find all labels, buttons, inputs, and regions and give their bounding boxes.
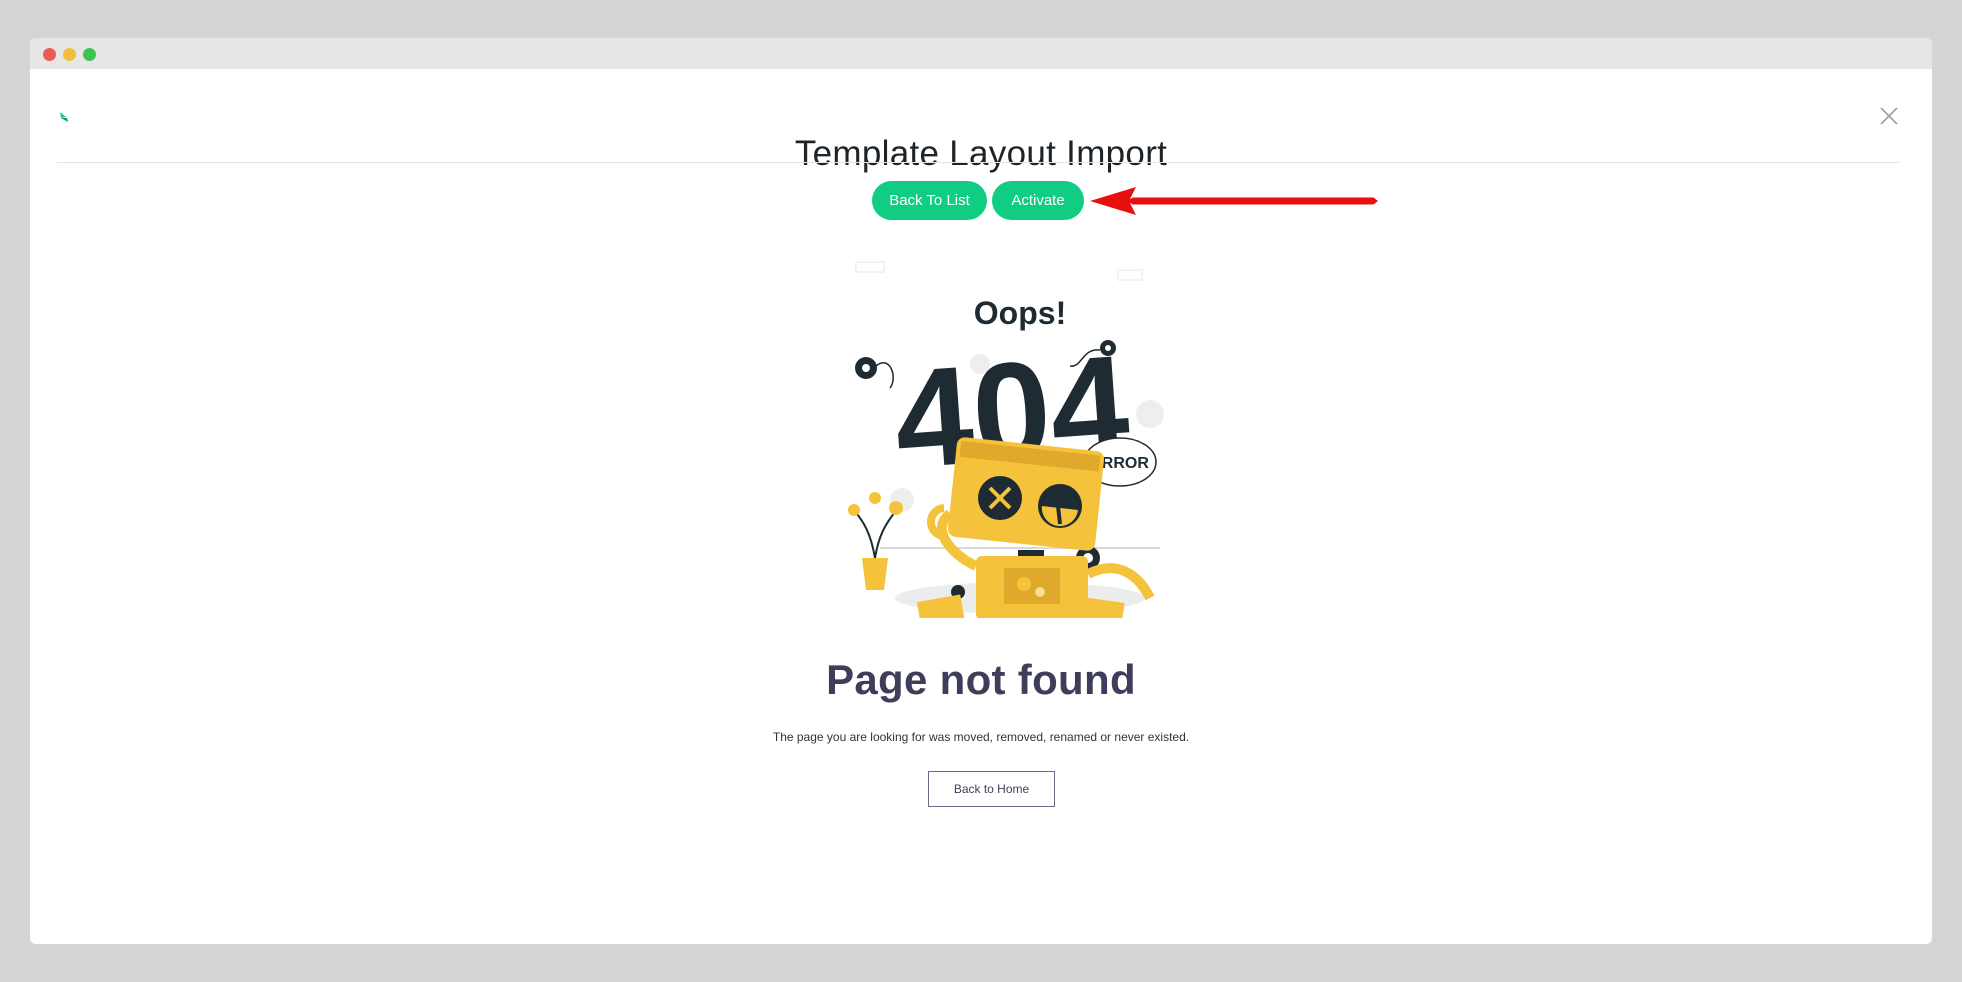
back-to-list-button[interactable]: Back To List bbox=[872, 181, 987, 220]
window-minimize-dot[interactable] bbox=[63, 48, 76, 61]
browser-window: Template Layout Import Back To List Acti… bbox=[30, 38, 1932, 944]
activate-button[interactable]: Activate bbox=[992, 181, 1084, 220]
oops-text: Oops! bbox=[974, 295, 1066, 331]
leaf-logo-icon bbox=[60, 112, 68, 122]
error-message: The page you are looking for was moved, … bbox=[772, 730, 1190, 744]
window-maximize-dot[interactable] bbox=[83, 48, 96, 61]
back-to-home-button[interactable]: Back to Home bbox=[928, 771, 1055, 807]
window-close-dot[interactable] bbox=[43, 48, 56, 61]
page-not-found-heading: Page not found bbox=[826, 656, 1136, 703]
window-titlebar bbox=[30, 38, 1932, 69]
close-icon[interactable] bbox=[1878, 105, 1900, 127]
modal-title: Template Layout Import bbox=[794, 134, 1168, 173]
robot-404-illustration: Oops! 404 ERROR bbox=[848, 261, 1164, 618]
header-divider bbox=[57, 162, 1899, 163]
red-arrow-icon bbox=[1090, 187, 1378, 215]
